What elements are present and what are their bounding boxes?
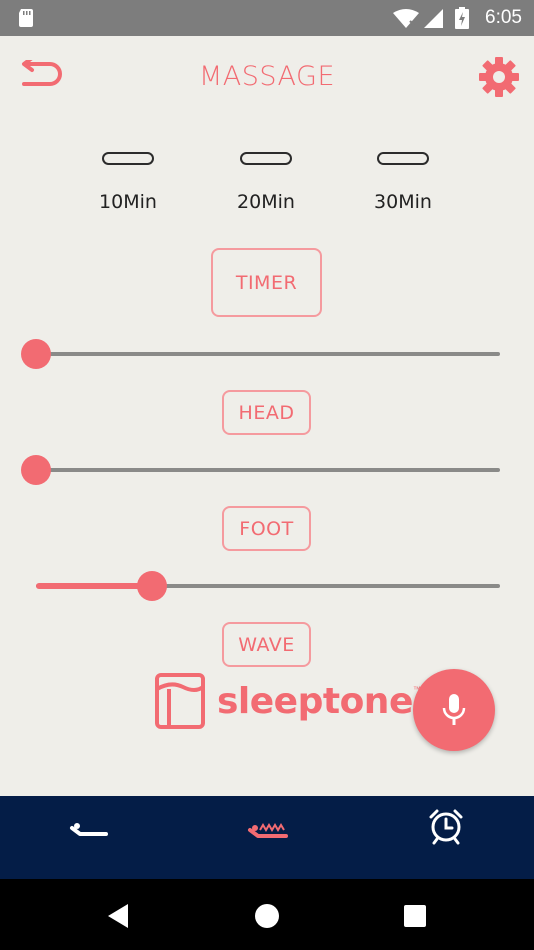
header: MASSAGE (0, 36, 534, 120)
tab-alarm[interactable] (416, 806, 476, 846)
timer-option-30min[interactable]: 30Min (358, 150, 448, 213)
tab-massage[interactable] (238, 806, 298, 846)
brand-name: sleeptone (217, 680, 413, 722)
triangle-back-icon (108, 904, 128, 928)
tab-flat[interactable] (60, 806, 120, 846)
circle-home-icon (255, 904, 279, 928)
wifi-icon (393, 9, 419, 34)
slider-thumb[interactable] (21, 339, 51, 369)
wave-button[interactable]: WAVE (222, 622, 311, 667)
nav-home-button[interactable] (252, 901, 282, 931)
alarm-clock-icon (429, 809, 463, 845)
slider-fill (36, 583, 152, 589)
square-recents-icon (404, 905, 426, 927)
slider-thumb[interactable] (137, 571, 167, 601)
timer-toggle-indicator (102, 152, 154, 165)
voice-button[interactable] (413, 669, 495, 751)
nav-recents-button[interactable] (400, 901, 430, 931)
slider-track (36, 468, 500, 472)
head-button[interactable]: HEAD (222, 390, 311, 435)
battery-charging-icon (455, 7, 469, 34)
slider-track (36, 352, 500, 356)
page-title: MASSAGE (198, 61, 336, 92)
status-time: 6:05 (485, 7, 522, 28)
system-nav-bar (0, 879, 534, 950)
timer-option-label: 20Min (237, 191, 295, 213)
signal-icon (424, 9, 444, 34)
slider-thumb[interactable] (21, 455, 51, 485)
timer-option-10min[interactable]: 10Min (83, 150, 173, 213)
timer-option-label: 30Min (374, 191, 432, 213)
foot-slider[interactable] (21, 454, 500, 486)
sleeptone-logo-icon (155, 673, 205, 729)
brand-logo: sleeptone ™ (155, 673, 421, 729)
timer-option-20min[interactable]: 20Min (221, 150, 311, 213)
massage-bed-icon (248, 823, 288, 838)
sd-card-icon (18, 9, 34, 32)
wave-slider[interactable] (22, 570, 500, 602)
status-bar: 6:05 (0, 0, 534, 36)
timer-button[interactable]: TIMER (211, 248, 322, 317)
bottom-tab-bar (0, 796, 534, 879)
timer-option-label: 10Min (99, 191, 157, 213)
settings-button[interactable] (478, 56, 520, 98)
head-slider[interactable] (21, 338, 500, 370)
nav-back-button[interactable] (104, 901, 134, 931)
timer-toggle-indicator (377, 152, 429, 165)
gear-icon (479, 57, 519, 97)
foot-button[interactable]: FOOT (222, 506, 311, 551)
bed-flat-icon (70, 823, 108, 836)
microphone-icon (442, 694, 466, 725)
timer-toggle-indicator (240, 152, 292, 165)
